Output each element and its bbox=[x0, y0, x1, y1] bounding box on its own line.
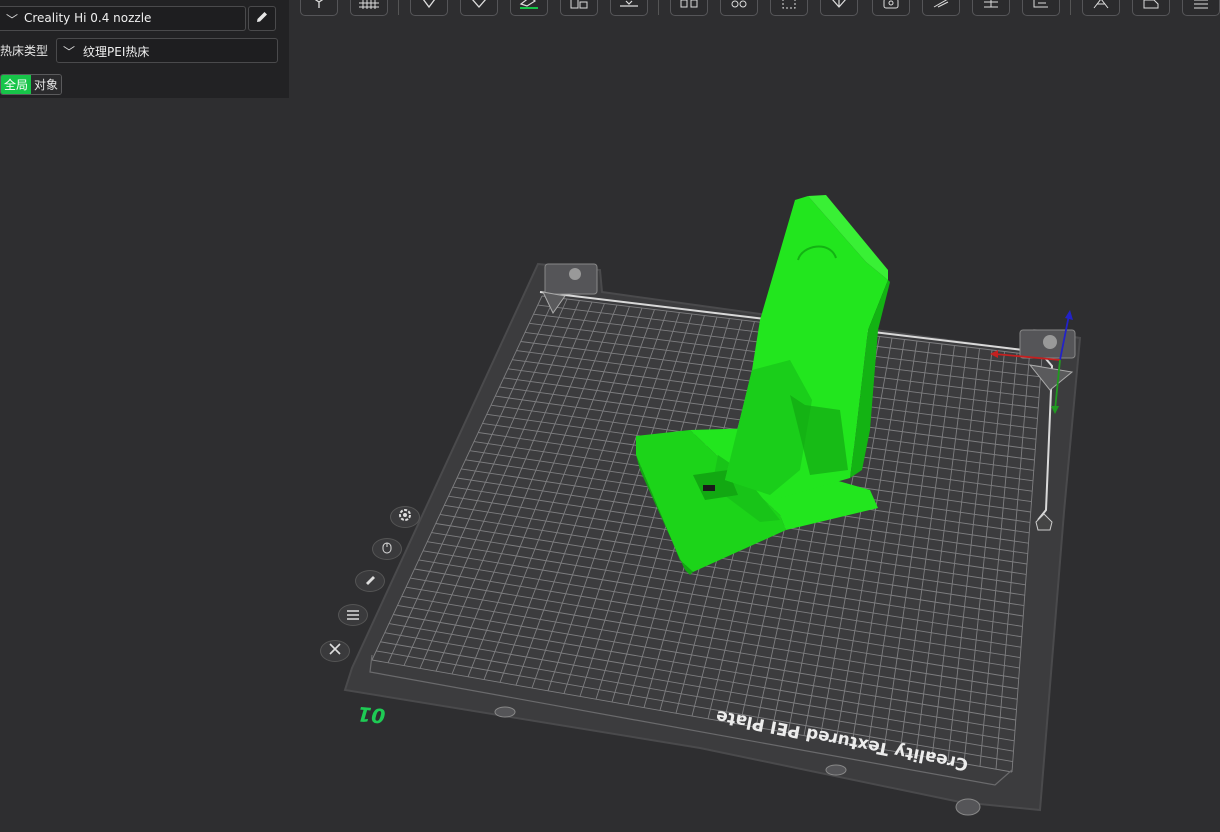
mouse-button[interactable] bbox=[372, 538, 402, 560]
list-button[interactable] bbox=[338, 604, 368, 626]
auto-orient-button[interactable] bbox=[355, 570, 385, 592]
close-icon bbox=[327, 641, 343, 661]
auto-orient-icon bbox=[363, 572, 377, 591]
gear-icon bbox=[397, 507, 413, 527]
mouse-icon bbox=[380, 540, 394, 559]
gear-button[interactable] bbox=[390, 506, 420, 528]
plate-number: 01 bbox=[356, 702, 386, 728]
close-button[interactable] bbox=[320, 640, 350, 662]
list-icon bbox=[345, 606, 361, 625]
viewport-3d[interactable]: Creality Textured PEI Plate 01 bbox=[0, 0, 1220, 832]
